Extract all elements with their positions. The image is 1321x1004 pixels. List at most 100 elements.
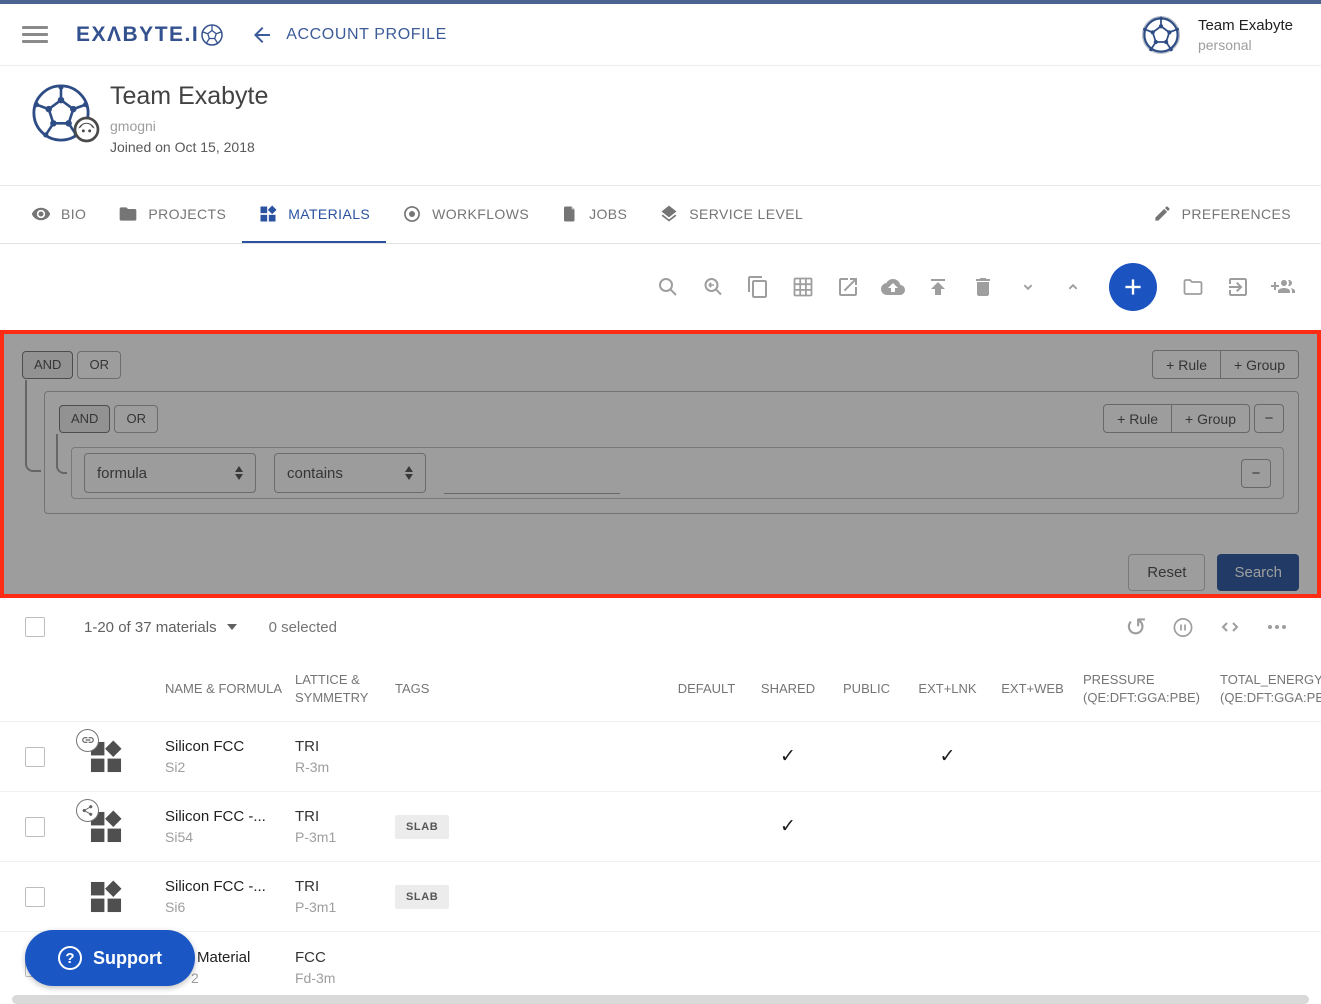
caret-down-icon	[227, 624, 237, 630]
selected-count: 0 selected	[269, 619, 337, 636]
tab-jobs[interactable]: JOBS	[545, 186, 643, 243]
column-header-name[interactable]: NAME & FORMULA	[165, 680, 295, 698]
tag-badge: SLAB	[395, 885, 449, 909]
tab-label: PROJECTS	[148, 206, 226, 222]
document-icon	[561, 204, 579, 224]
symmetry-group: P-3m1	[295, 829, 395, 845]
expand-less-icon[interactable]	[1061, 275, 1085, 299]
column-header-default[interactable]: DEFAULT	[665, 680, 748, 698]
cloud-upload-icon[interactable]	[881, 275, 905, 299]
grid-view-icon[interactable]	[791, 275, 815, 299]
account-chip[interactable]: Team Exabyte personal	[1140, 14, 1293, 56]
material-name[interactable]: Material	[197, 949, 295, 966]
profile-name: Team Exabyte	[110, 82, 268, 111]
tab-label: PREFERENCES	[1182, 206, 1291, 222]
layers-icon	[659, 204, 679, 224]
column-header-shared[interactable]: SHARED	[748, 680, 828, 698]
query-builder-panel: AND OR + Rule + Group AND OR + Rule	[0, 330, 1321, 598]
search-icon[interactable]	[656, 275, 680, 299]
refresh-icon[interactable]: ↺	[1124, 615, 1148, 639]
code-icon[interactable]	[1218, 615, 1242, 639]
profile-section: Team Exabyte gmogni Joined on Oct 15, 20…	[0, 66, 1321, 186]
expand-more-icon[interactable]	[1016, 275, 1040, 299]
horizontal-scrollbar[interactable]	[12, 995, 1309, 1004]
account-plan: personal	[1198, 37, 1293, 53]
pause-icon[interactable]	[1171, 615, 1195, 639]
table-row[interactable]: Silicon FCC -... Si54 TRI P-3m1 SLAB ✓	[0, 792, 1321, 862]
table-row[interactable]: Silicon FCCSi2 TRIR-3m ✓ ✓	[0, 722, 1321, 792]
column-header-public[interactable]: PUBLIC	[828, 680, 905, 698]
ext-lnk-flag: ✓	[905, 745, 990, 768]
table-row[interactable]: Material2 FCCFd-3m	[0, 932, 1321, 1002]
exabyte-logo[interactable]: EXΛBYTE.I	[76, 23, 224, 47]
column-header-lattice[interactable]: LATTICE &SYMMETRY	[295, 671, 395, 707]
material-formula: Si54	[165, 829, 295, 845]
column-header-tags[interactable]: TAGS	[395, 680, 665, 698]
add-group-icon[interactable]	[1271, 275, 1295, 299]
tab-label: WORKFLOWS	[432, 206, 529, 222]
symmetry-group: Fd-3m	[295, 970, 395, 986]
row-checkbox[interactable]	[25, 887, 45, 907]
back-arrow-icon[interactable]	[250, 23, 274, 47]
tab-bio[interactable]: BIO	[15, 186, 102, 243]
select-all-checkbox[interactable]	[25, 617, 45, 637]
page-title: ACCOUNT PROFILE	[286, 26, 447, 44]
pencil-icon	[1153, 204, 1172, 223]
material-formula: Si2	[165, 759, 295, 775]
material-name[interactable]: Silicon FCC -...	[165, 878, 295, 895]
workflow-icon	[402, 204, 422, 224]
lattice-type: TRI	[295, 738, 395, 755]
tab-label: BIO	[61, 206, 86, 222]
open-in-new-icon[interactable]	[836, 275, 860, 299]
profile-joined-date: Joined on Oct 15, 2018	[110, 139, 268, 155]
profile-avatar	[30, 82, 92, 144]
tab-projects[interactable]: PROJECTS	[102, 186, 242, 243]
account-avatar	[1140, 14, 1182, 56]
tab-service-level[interactable]: SERVICE LEVEL	[643, 186, 819, 243]
more-options-icon[interactable]	[1265, 615, 1289, 639]
copy-icon[interactable]	[746, 275, 770, 299]
support-button[interactable]: ? Support	[25, 930, 195, 986]
logo-text: EXΛBYTE.I	[76, 23, 199, 47]
tag-badge: SLAB	[395, 815, 449, 839]
tab-preferences[interactable]: PREFERENCES	[1137, 186, 1307, 243]
column-header-pressure[interactable]: PRESSURE(QE:DFT:GGA:PBE)	[1075, 671, 1212, 707]
delete-icon[interactable]	[971, 275, 995, 299]
app-header: EXΛBYTE.I ACCOUNT PROFILE Team Exabyte p…	[0, 4, 1321, 66]
tab-label: JOBS	[589, 206, 627, 222]
material-icon	[87, 738, 125, 776]
advanced-search-icon[interactable]	[701, 275, 725, 299]
row-checkbox[interactable]	[25, 747, 45, 767]
row-checkbox[interactable]	[25, 817, 45, 837]
tab-workflows[interactable]: WORKFLOWS	[386, 186, 545, 243]
lattice-type: TRI	[295, 878, 395, 895]
disabled-overlay	[4, 334, 1317, 594]
support-label: Support	[93, 948, 162, 969]
table-header: NAME & FORMULA LATTICE &SYMMETRY TAGS DE…	[0, 656, 1321, 722]
profile-handle: gmogni	[110, 118, 268, 134]
eye-icon	[31, 204, 51, 224]
material-name[interactable]: Silicon FCC -...	[165, 808, 295, 825]
exit-to-app-icon[interactable]	[1226, 275, 1250, 299]
material-name[interactable]: Silicon FCC	[165, 738, 295, 755]
material-icon	[87, 808, 125, 846]
material-formula: Si6	[165, 899, 295, 915]
shared-flag: ✓	[748, 815, 828, 838]
lattice-type: FCC	[295, 949, 395, 966]
table-row[interactable]: Silicon FCC -...Si6 TRIP-3m1 SLAB	[0, 862, 1321, 932]
materials-toolbar	[0, 244, 1321, 330]
pagination-summary[interactable]: 1-20 of 37 materials	[84, 619, 237, 636]
column-header-total-energy[interactable]: TOTAL_ENERGY(QE:DFT:GGA:PBE)	[1212, 671, 1321, 707]
share-badge-icon	[76, 799, 99, 822]
materials-icon	[258, 204, 278, 224]
column-header-ext-web[interactable]: EXT+WEB	[990, 680, 1075, 698]
lattice-type: TRI	[295, 808, 395, 825]
tab-label: MATERIALS	[288, 206, 370, 222]
tab-materials[interactable]: MATERIALS	[242, 186, 386, 243]
folder-icon[interactable]	[1181, 275, 1205, 299]
profile-tabs: BIO PROJECTS MATERIALS WORKFLOWS JOBS SE…	[0, 186, 1321, 244]
column-header-ext-lnk[interactable]: EXT+LNK	[905, 680, 990, 698]
menu-icon[interactable]	[22, 26, 48, 43]
upload-icon[interactable]	[926, 275, 950, 299]
add-material-button[interactable]	[1109, 263, 1157, 311]
